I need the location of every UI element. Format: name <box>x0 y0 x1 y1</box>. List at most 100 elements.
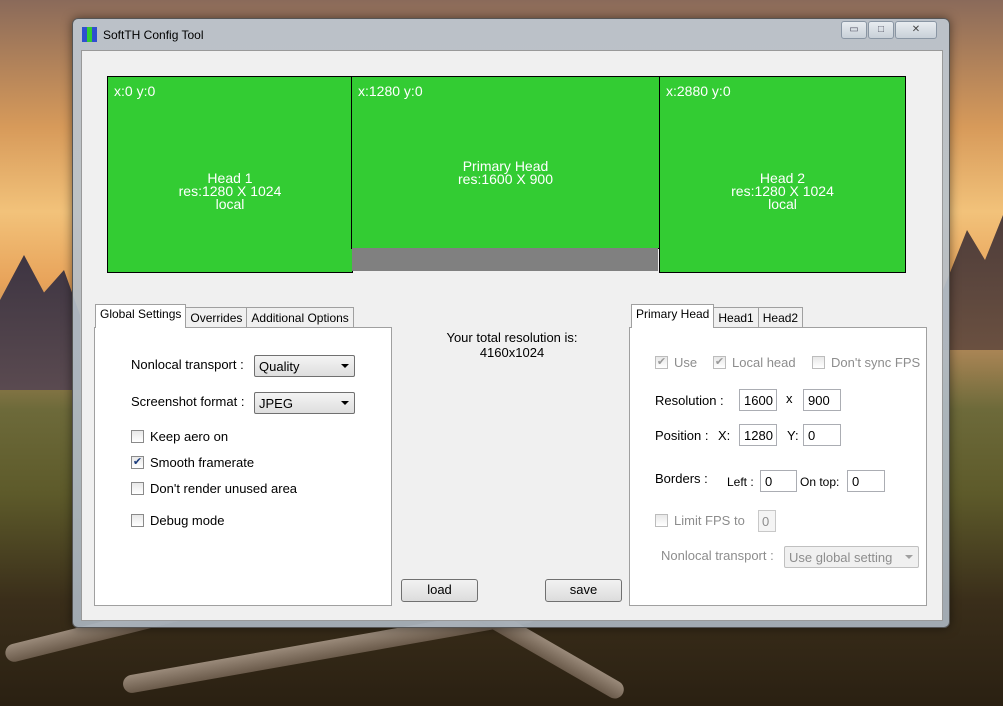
selected-value: Use global setting <box>789 550 893 565</box>
border-top-field[interactable]: 0 <box>847 470 885 492</box>
resolution-width-field[interactable]: 1600 <box>739 389 777 411</box>
client-area: x:0 y:0 Head 1 res:1280 X 1024 local x:1… <box>81 50 943 621</box>
head-info: Head 1 res:1280 X 1024 local <box>108 171 352 212</box>
borders-label: Borders : <box>655 471 708 486</box>
checkbox-label: Local head <box>732 355 796 370</box>
field-value: 900 <box>808 393 830 408</box>
head-locality: local <box>215 196 245 212</box>
checkbox-box[interactable] <box>655 514 668 527</box>
checkbox-box[interactable]: ✔ <box>131 456 144 469</box>
head-info: Primary Head res:1600 X 900 <box>352 159 659 187</box>
resolution-separator: x <box>786 391 793 406</box>
checkbox-label: Smooth framerate <box>150 455 255 470</box>
checkbox-label: Limit FPS to <box>674 513 745 528</box>
resolution-height-field[interactable]: 900 <box>803 389 841 411</box>
border-left-label: Left : <box>727 475 754 489</box>
field-value: 0 <box>852 474 860 489</box>
save-button[interactable]: save <box>545 579 622 602</box>
resolution-label: Resolution : <box>655 393 724 408</box>
limit-fps-checkbox[interactable]: Limit FPS to <box>655 513 745 528</box>
position-y-label: Y: <box>787 428 799 443</box>
checkbox-box[interactable] <box>131 482 144 495</box>
tab-additional-options[interactable]: Additional Options <box>246 307 354 328</box>
smooth-framerate-checkbox[interactable]: ✔ Smooth framerate <box>131 455 254 470</box>
checkbox-box[interactable]: ✔ <box>655 356 668 369</box>
tab-global-settings[interactable]: Global Settings <box>95 304 187 328</box>
head-block-primary[interactable]: x:1280 y:0 Primary Head res:1600 X 900 <box>351 76 660 249</box>
background-mountains-right <box>943 215 1003 350</box>
total-resolution-label: Your total resolution is: <box>446 330 578 345</box>
keep-aero-checkbox[interactable]: Keep aero on <box>131 429 228 444</box>
head-coordinates: x:0 y:0 <box>114 83 156 99</box>
primary-head-panel: ✔ Use ✔ Local head Don't sync FPS Resolu… <box>629 327 927 606</box>
checkmark-icon: ✔ <box>132 456 143 468</box>
left-tab-strip: Global Settings Overrides Additional Opt… <box>95 304 354 328</box>
field-value: 1280 <box>744 428 773 443</box>
dont-sync-fps-checkbox[interactable]: Don't sync FPS <box>812 355 920 370</box>
checkmark-icon: ✔ <box>714 356 725 368</box>
maximize-button[interactable]: □ <box>868 21 894 39</box>
tab-primary-head[interactable]: Primary Head <box>631 304 715 328</box>
background-mountains <box>0 255 80 390</box>
position-x-label: X: <box>718 428 731 443</box>
field-value: 0 <box>765 474 773 489</box>
selected-value: JPEG <box>259 396 293 411</box>
dont-render-unused-checkbox[interactable]: Don't render unused area <box>131 481 297 496</box>
checkbox-label: Debug mode <box>150 513 225 528</box>
checkmark-icon: ✔ <box>656 356 667 368</box>
field-value: 0 <box>762 514 770 529</box>
tab-head2[interactable]: Head2 <box>757 307 804 328</box>
nonlocal-transport-head-label: Nonlocal transport : <box>661 548 774 563</box>
field-value: 0 <box>808 428 816 443</box>
position-label: Position : <box>655 428 709 443</box>
title-bar[interactable]: SoftTH Config Tool ▭ □ ✕ <box>73 19 949 49</box>
unused-area <box>352 248 658 271</box>
main-window: SoftTH Config Tool ▭ □ ✕ x:0 y:0 Head 1 … <box>72 18 950 628</box>
checkbox-label: Keep aero on <box>150 429 229 444</box>
head-block-head2[interactable]: x:2880 y:0 Head 2 res:1280 X 1024 local <box>659 76 906 273</box>
global-settings-panel: Nonlocal transport : Quality Screenshot … <box>94 327 392 606</box>
chevron-down-icon <box>905 555 913 559</box>
minimize-button[interactable]: ▭ <box>841 21 867 39</box>
debug-mode-checkbox[interactable]: Debug mode <box>131 513 224 528</box>
app-icon-segment <box>92 27 97 42</box>
nonlocal-transport-head-select[interactable]: Use global setting <box>784 546 919 568</box>
total-resolution: Your total resolution is: 4160x1024 <box>412 330 612 360</box>
total-resolution-value: 4160x1024 <box>479 345 545 360</box>
checkbox-label: Use <box>674 355 698 370</box>
checkbox-label: Don't render unused area <box>150 481 298 496</box>
checkbox-box[interactable] <box>131 430 144 443</box>
load-button[interactable]: load <box>401 579 478 602</box>
nonlocal-transport-label: Nonlocal transport : <box>131 357 244 372</box>
field-value: 1600 <box>744 393 773 408</box>
screenshot-format-select[interactable]: JPEG <box>254 392 355 414</box>
selected-value: Quality <box>259 359 300 374</box>
app-icon <box>82 27 97 42</box>
nonlocal-transport-select[interactable]: Quality <box>254 355 355 377</box>
local-head-checkbox[interactable]: ✔ Local head <box>713 355 796 370</box>
right-tab-strip: Primary Head Head1 Head2 <box>631 304 804 328</box>
checkbox-box[interactable] <box>131 514 144 527</box>
close-button[interactable]: ✕ <box>895 21 937 39</box>
position-y-field[interactable]: 0 <box>803 424 841 446</box>
border-left-field[interactable]: 0 <box>760 470 797 492</box>
position-x-field[interactable]: 1280 <box>739 424 777 446</box>
screenshot-format-label: Screenshot format : <box>131 394 245 409</box>
checkbox-box[interactable]: ✔ <box>713 356 726 369</box>
chevron-down-icon <box>341 364 349 368</box>
window-title: SoftTH Config Tool <box>103 28 204 42</box>
head-locality: local <box>768 196 797 212</box>
head-coordinates: x:1280 y:0 <box>358 83 423 99</box>
tab-head1[interactable]: Head1 <box>713 307 759 328</box>
chevron-down-icon <box>341 401 349 405</box>
checkbox-box[interactable] <box>812 356 825 369</box>
head-resolution: res:1600 X 900 <box>458 171 553 187</box>
border-top-label: On top: <box>800 475 840 489</box>
head-info: Head 2 res:1280 X 1024 local <box>660 171 905 212</box>
checkbox-label: Don't sync FPS <box>831 355 921 370</box>
tab-overrides[interactable]: Overrides <box>185 307 248 328</box>
limit-fps-field[interactable]: 0 <box>758 510 776 532</box>
use-checkbox[interactable]: ✔ Use <box>655 355 697 370</box>
head-coordinates: x:2880 y:0 <box>666 83 731 99</box>
head-block-head1[interactable]: x:0 y:0 Head 1 res:1280 X 1024 local <box>107 76 353 273</box>
